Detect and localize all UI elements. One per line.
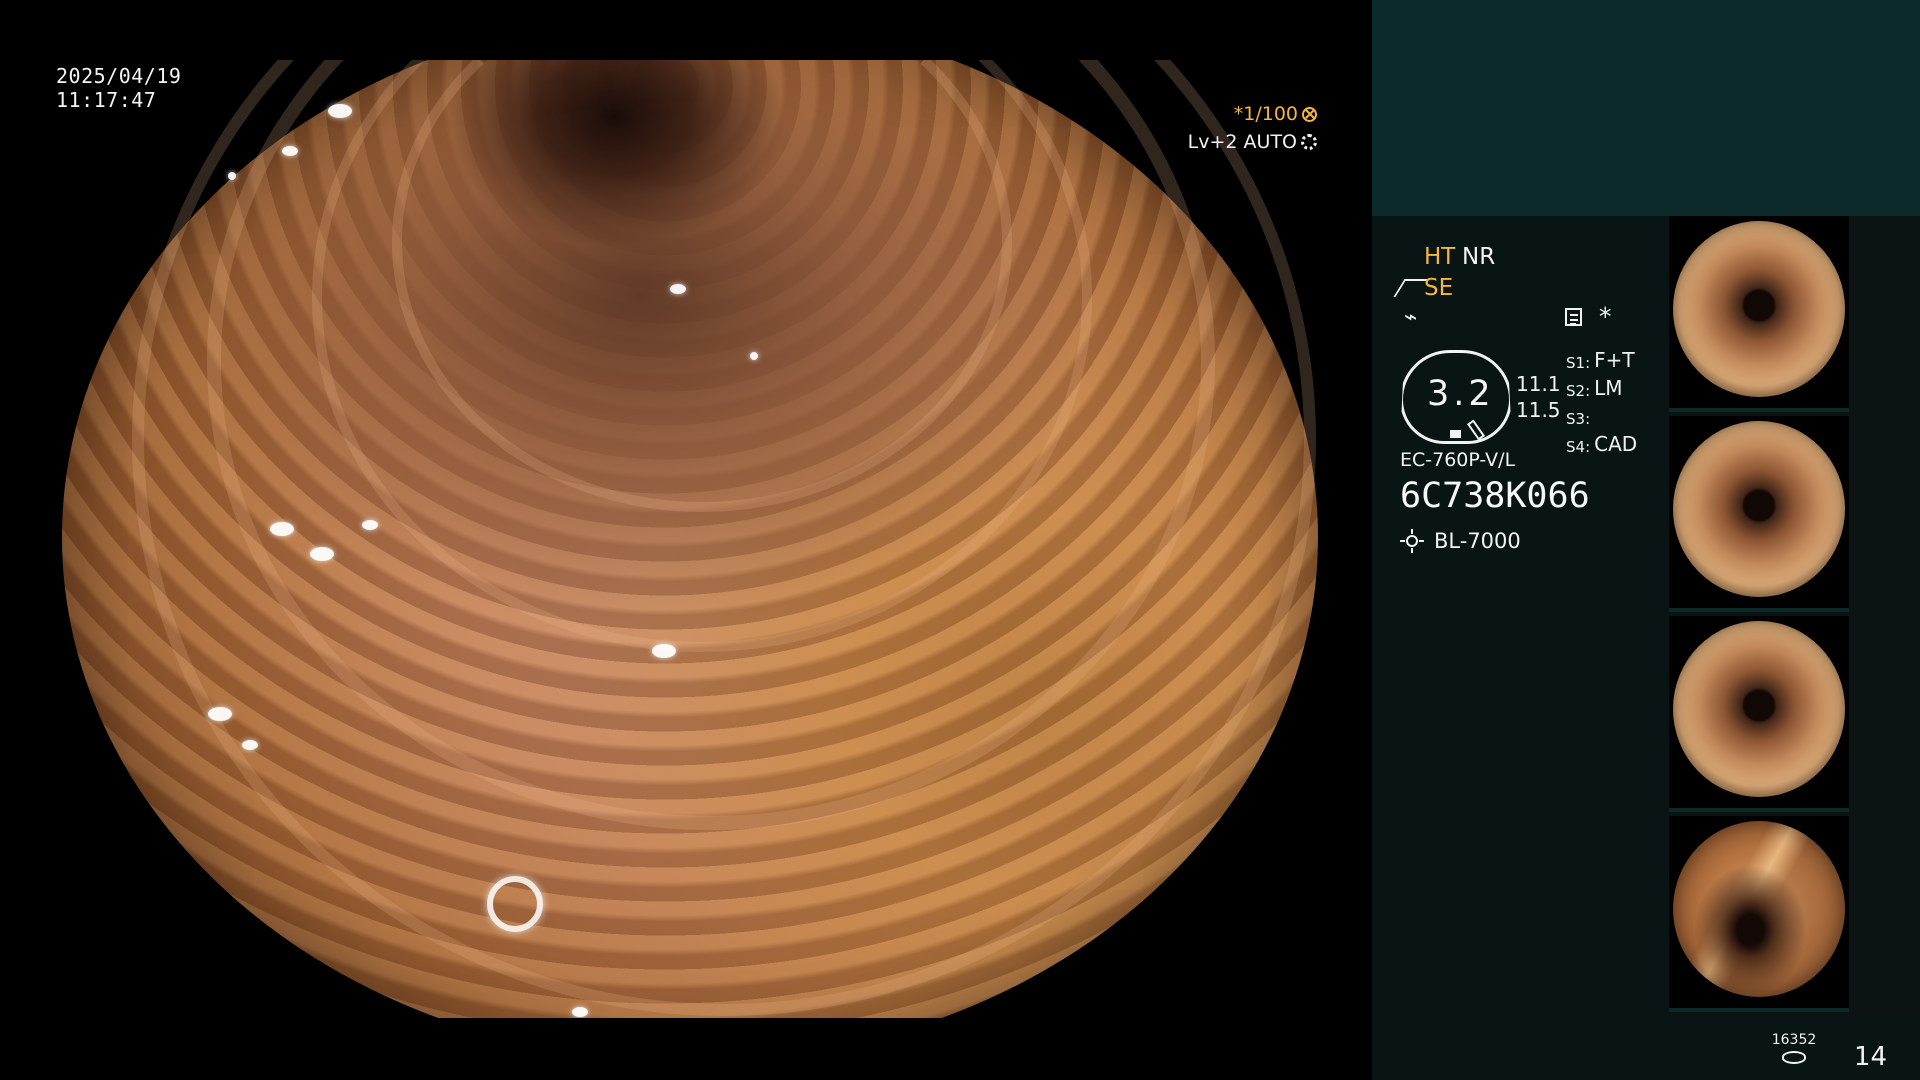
- light-source-row: BL-7000: [1400, 527, 1521, 555]
- captured-thumbnail[interactable]: [1669, 216, 1849, 412]
- memo-icon: [1565, 308, 1582, 326]
- scope-serial: 6C738K066: [1400, 476, 1590, 516]
- specular-highlight: [208, 707, 232, 721]
- slot-key: S1:: [1566, 354, 1591, 372]
- endoscopy-screen: 2025/04/19 11:17:47 *1/100 Lv+2 AUTO HT …: [0, 0, 1920, 1080]
- specular-highlight: [228, 172, 236, 180]
- specular-highlight: [270, 522, 294, 536]
- dimension-value: 11.5: [1516, 398, 1561, 422]
- shutter-text: *1/100: [1233, 103, 1298, 125]
- dimension-values: 11.1 11.5: [1516, 371, 1561, 423]
- thumbnail-image: [1673, 621, 1845, 797]
- dial-marker-icon: [1450, 430, 1461, 438]
- gear-icon: [1301, 134, 1317, 150]
- specular-highlight: [362, 520, 378, 530]
- slot-value: CAD: [1594, 432, 1638, 456]
- thumbnail-image: [1673, 821, 1845, 997]
- captured-image-strip[interactable]: [1669, 216, 1920, 1020]
- asterisk-status: *: [1599, 302, 1612, 331]
- slot-key: S3:: [1566, 410, 1591, 428]
- level-row: Lv+2 AUTO: [1188, 128, 1317, 156]
- mucosal-fold: [392, 60, 1012, 512]
- se-mode-label: SE: [1424, 275, 1454, 301]
- specular-highlight: [572, 1007, 588, 1017]
- specular-highlight: [282, 146, 298, 156]
- image-count: 14: [1854, 1042, 1888, 1072]
- specular-highlight: [242, 740, 258, 750]
- time-text: 11:17:47: [56, 88, 157, 112]
- captured-thumbnail[interactable]: [1669, 416, 1849, 612]
- date-time-overlay: 2025/04/19 11:17:47: [56, 64, 181, 112]
- endoscope-main-view: 2025/04/19 11:17:47 *1/100 Lv+2 AUTO: [0, 0, 1372, 1080]
- slot-key: S2:: [1566, 382, 1591, 400]
- specular-highlight: [328, 104, 352, 118]
- captured-thumbnail[interactable]: [1669, 816, 1849, 1012]
- curve-icon: ⌁: [1404, 305, 1418, 330]
- air-bubble: [487, 876, 543, 932]
- thumbnail-image: [1673, 221, 1845, 397]
- level-text: Lv+2 AUTO: [1187, 131, 1297, 153]
- light-bulb-icon: [1400, 529, 1424, 553]
- slot-row-s2: S2: LM: [1566, 376, 1637, 404]
- date-text: 2025/04/19: [56, 64, 182, 88]
- nr-mode-label: NR: [1462, 244, 1496, 270]
- mucosal-fold: [132, 60, 1316, 1016]
- slot-row-s1: S1: F+T: [1566, 348, 1637, 376]
- mucosal-fold: [312, 60, 1092, 652]
- storage-count: 16352: [1771, 1032, 1817, 1048]
- shutter-row: *1/100: [1188, 100, 1317, 128]
- mucosal-fold: [207, 60, 1215, 830]
- processor-side-panel: HT NR SE ⌁ * 3.2 11.1 11.5 S1: F+T S2: L…: [1372, 0, 1920, 1080]
- storage-counter: 16352: [1765, 1032, 1823, 1070]
- slot-row-s3: S3:: [1566, 404, 1637, 432]
- aperture-icon: [1302, 106, 1317, 122]
- slot-value: LM: [1594, 376, 1623, 400]
- dial-value: 3.2: [1427, 374, 1495, 414]
- disk-stack-icon: [1782, 1051, 1806, 1064]
- slot-row-s4: S4: CAD: [1566, 432, 1637, 460]
- ht-mode-label: HT: [1424, 244, 1456, 270]
- specular-highlight: [670, 284, 686, 294]
- slot-value: F+T: [1594, 348, 1635, 372]
- light-source-label: BL-7000: [1434, 529, 1521, 553]
- top-status-panel: [1372, 0, 1920, 216]
- dimension-value: 11.1: [1516, 372, 1561, 396]
- captured-thumbnail[interactable]: [1669, 616, 1849, 812]
- thumbnail-image: [1673, 421, 1845, 597]
- specular-highlight: [750, 352, 758, 360]
- specular-highlight: [652, 644, 676, 658]
- colon-endoscopy-image: [62, 60, 1318, 1018]
- slot-settings-list: S1: F+T S2: LM S3: S4: CAD: [1566, 348, 1637, 460]
- specular-highlight: [310, 547, 334, 561]
- slot-key: S4:: [1566, 438, 1591, 456]
- scope-model: EC-760P-V/L: [1400, 449, 1516, 471]
- exposure-overlay: *1/100 Lv+2 AUTO: [1188, 100, 1317, 156]
